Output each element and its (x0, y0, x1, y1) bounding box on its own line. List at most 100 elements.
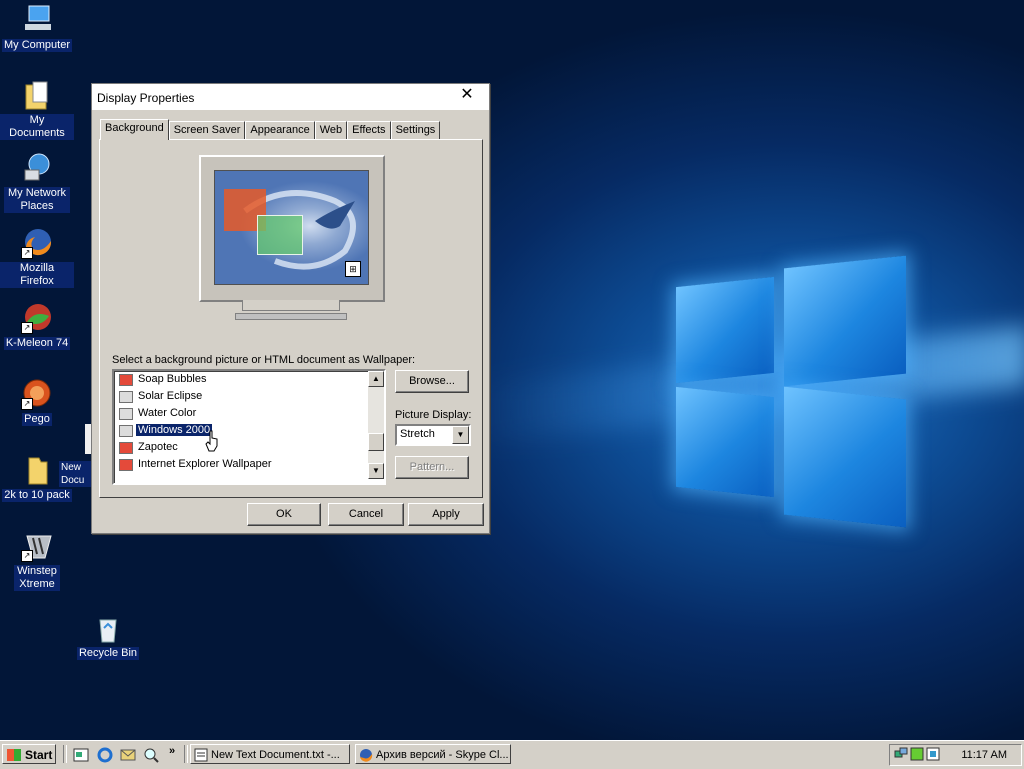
tab-effects[interactable]: Effects (347, 121, 391, 139)
apply-button[interactable]: Apply (408, 503, 484, 526)
search-icon[interactable] (143, 747, 159, 763)
desktop-icon-my-network-places[interactable]: My Network Places (0, 152, 74, 213)
picture-display-label: Picture Display: (395, 409, 472, 421)
tab-settings[interactable]: Settings (390, 121, 441, 139)
windows-logo-pane (676, 276, 774, 384)
firefox-icon (360, 749, 373, 762)
firefox-icon: ↗ (21, 227, 53, 259)
tab-web[interactable]: Web (314, 121, 348, 139)
close-icon[interactable]: ✕ (459, 87, 475, 103)
wallpaper-file-icon (119, 442, 133, 454)
desktop-icon-label: My Computer (1, 39, 73, 52)
windows-logo-pane (676, 386, 774, 498)
taskbar: Start » New Text Document.txt -... Архив… (0, 740, 1024, 769)
desktop-icon-winstep-xtreme[interactable]: ↗ Winstep Xtreme (0, 530, 74, 591)
start-button[interactable]: Start (2, 744, 56, 764)
list-item[interactable]: Water Color (118, 405, 198, 422)
list-item[interactable]: Solar Eclipse (118, 388, 204, 405)
browse-button[interactable]: Browse... (395, 370, 469, 393)
tab-strip: Background Screen Saver Appearance Web E… (100, 119, 441, 140)
desktop-icon-label: Mozilla Firefox (0, 262, 74, 288)
background-tab-panel: ⊞ Select a background picture or HTML do… (99, 139, 483, 498)
chevron-down-icon[interactable]: ▼ (452, 426, 469, 444)
wallpaper-preview-screen: ⊞ (214, 170, 369, 285)
quick-launch-more-chevron-icon[interactable]: » (169, 745, 175, 757)
pattern-button: Pattern... (395, 456, 469, 479)
windows-flag-icon: ⊞ (345, 261, 361, 277)
desktop-icon-label: Pego (22, 413, 52, 426)
computer-icon (21, 4, 53, 36)
desktop-icon-label: Winstep Xtreme (14, 565, 60, 591)
network-globe-icon (21, 152, 53, 184)
taskbar-clock[interactable]: 11:17 AM (961, 749, 1007, 761)
dialog-title-bar[interactable]: Display Properties ✕ (92, 84, 489, 110)
desktop-icon-label: My Network Places (4, 187, 70, 213)
tab-background[interactable]: Background (100, 119, 169, 140)
taskbar-separator (184, 745, 188, 763)
taskbar-button-notepad[interactable]: New Text Document.txt -... (190, 744, 350, 764)
desktop-icon-my-documents[interactable]: My Documents (0, 79, 74, 140)
tab-screen-saver[interactable]: Screen Saver (168, 121, 246, 139)
security-tray-icon[interactable] (910, 747, 924, 761)
ok-button[interactable]: OK (247, 503, 321, 526)
wallpaper-file-icon (119, 374, 133, 386)
windows-flag-icon (7, 749, 21, 761)
desktop-icon-mozilla-firefox[interactable]: ↗ Mozilla Firefox (0, 227, 74, 288)
wallpaper-listbox[interactable]: Soap Bubbles Solar Eclipse Water Color W… (112, 369, 386, 485)
desktop-icon-label: K-Meleon 74 (3, 337, 71, 350)
outlook-express-icon[interactable] (120, 747, 136, 763)
wallpaper-file-icon (119, 408, 133, 420)
show-desktop-icon[interactable] (73, 747, 89, 763)
tab-appearance[interactable]: Appearance (245, 121, 315, 139)
desktop-icon-my-computer[interactable]: My Computer (0, 4, 74, 52)
wallpaper-list-label: Select a background picture or HTML docu… (112, 354, 416, 366)
wallpaper-file-icon (119, 425, 133, 437)
folder-icon (21, 454, 53, 486)
wallpaper-file-icon (119, 391, 133, 403)
desktop-icon-recycle-bin[interactable]: Recycle Bin (71, 612, 145, 660)
preview-green-square (257, 215, 303, 255)
start-label: Start (25, 748, 53, 762)
picture-display-value: Stretch (400, 428, 435, 440)
shortcut-arrow-icon: ↗ (21, 550, 33, 562)
winstep-icon: ↗ (21, 530, 53, 562)
shortcut-arrow-icon: ↗ (21, 322, 33, 334)
pego-icon: ↗ (21, 378, 53, 410)
scroll-down-arrow-icon[interactable]: ▼ (368, 463, 384, 479)
dialog-title: Display Properties (97, 91, 195, 105)
display-properties-dialog: Display Properties ✕ Background Screen S… (91, 83, 490, 534)
monitor-stand-base (235, 313, 347, 320)
desktop-icon-label: Recycle Bin (76, 647, 140, 660)
listbox-scrollbar[interactable]: ▲ ▼ (368, 371, 384, 479)
scroll-thumb[interactable] (368, 433, 384, 451)
monitor-tray-icon[interactable] (926, 747, 940, 761)
shortcut-arrow-icon: ↗ (21, 247, 33, 259)
documents-folder-icon (21, 79, 53, 111)
windows-logo-pane (784, 386, 906, 528)
mouse-pointer-icon (205, 430, 218, 452)
windows-logo-pane (784, 255, 906, 387)
list-item[interactable]: Soap Bubbles (118, 371, 209, 388)
desktop-icon-k-meleon[interactable]: ↗ K-Meleon 74 (0, 302, 74, 350)
taskbar-button-firefox[interactable]: Архив версий - Skype Cl... (355, 744, 511, 764)
monitor-stand-neck (242, 300, 340, 311)
wallpaper-file-icon (119, 459, 133, 471)
scroll-up-arrow-icon[interactable]: ▲ (368, 371, 384, 387)
notepad-icon (194, 748, 208, 762)
k-meleon-icon: ↗ (21, 302, 53, 334)
picture-display-select[interactable]: Stretch ▼ (395, 424, 471, 446)
internet-explorer-icon[interactable] (97, 747, 113, 763)
list-item[interactable]: Internet Explorer Wallpaper (118, 456, 274, 473)
desktop-icon-label: My Documents (0, 114, 74, 140)
desktop-icon-pego[interactable]: ↗ Pego (0, 378, 74, 426)
list-item-selected[interactable]: Windows 2000 (118, 422, 214, 439)
system-tray: 11:17 AM (889, 744, 1022, 766)
monitor-preview: ⊞ (199, 155, 385, 302)
taskbar-separator (63, 745, 67, 763)
recycle-bin-icon (92, 612, 124, 644)
network-tray-icon[interactable] (894, 747, 908, 761)
list-item[interactable]: Zapotec (118, 439, 180, 456)
shortcut-arrow-icon: ↗ (21, 398, 33, 410)
cancel-button[interactable]: Cancel (328, 503, 404, 526)
desktop-icon-label: 2k to 10 pack (2, 489, 72, 502)
